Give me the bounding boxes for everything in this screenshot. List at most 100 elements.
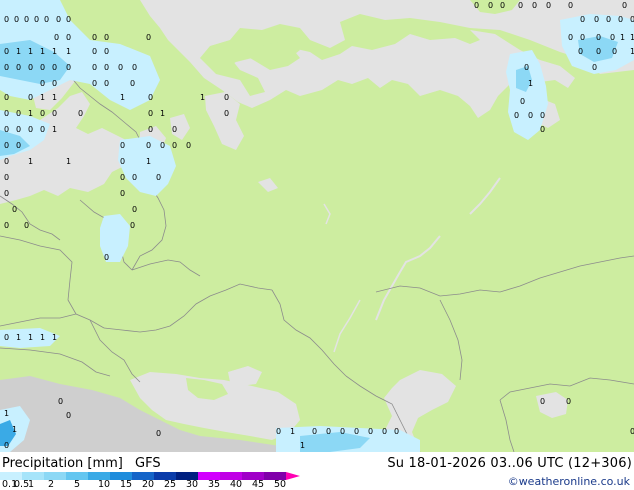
precip-value-label: 0 xyxy=(156,429,161,438)
precip-value-label: 0 xyxy=(4,221,9,230)
precip-value-label: 0 xyxy=(4,93,9,102)
precip-value-label: 0 xyxy=(28,63,33,72)
precip-value-label: 0 xyxy=(500,1,505,10)
precip-value-label: 0 xyxy=(92,63,97,72)
precip-value-label: 0 xyxy=(148,125,153,134)
precip-value-label: 0 xyxy=(224,109,229,118)
precip-value-label: 1 xyxy=(120,93,125,102)
precip-value-label: 1 xyxy=(4,409,9,418)
precip-value-label: 1 xyxy=(528,79,533,88)
precip-value-label: 0 xyxy=(16,125,21,134)
precip-value-label: 0 xyxy=(104,47,109,56)
precip-value-label: 0 xyxy=(580,33,585,42)
forecast-datetime: Su 18-01-2026 03..06 UTC (12+306) xyxy=(387,456,632,471)
precip-value-label: 1 xyxy=(630,47,634,56)
precip-value-label: 1 xyxy=(52,333,57,342)
precip-value-label: 1 xyxy=(620,33,625,42)
precip-value-label: 1 xyxy=(66,47,71,56)
precip-value-label: 0 xyxy=(14,15,19,24)
precip-value-label: 0 xyxy=(578,47,583,56)
precip-value-label: 0 xyxy=(146,141,151,150)
precip-value-label: 0 xyxy=(132,173,137,182)
legend-label: 40 xyxy=(230,479,243,490)
precip-value-label: 1 xyxy=(290,427,295,436)
legend-label: 20 xyxy=(142,479,155,490)
legend-labels: 0.1 0.5 1 2 5 10 15 20 25 30 35 40 45 50 xyxy=(0,480,330,490)
precip-value-label: 0 xyxy=(630,15,634,24)
precip-value-label: 0 xyxy=(34,15,39,24)
precip-value-label: 0 xyxy=(104,79,109,88)
precip-value-label: 0 xyxy=(172,141,177,150)
precip-value-label: 0 xyxy=(4,15,9,24)
model-label: GFS xyxy=(135,456,161,471)
precip-value-label: 0 xyxy=(52,79,57,88)
precip-value-label: 0 xyxy=(580,15,585,24)
precip-value-label: 0 xyxy=(120,157,125,166)
credit-link[interactable]: ©weatheronline.co.uk xyxy=(508,475,630,488)
precip-value-label: 1 xyxy=(12,425,17,434)
map-title: Precipitation [mm] GFS xyxy=(2,456,161,471)
precip-value-label: 0 xyxy=(78,109,83,118)
precip-value-label: 0 xyxy=(474,1,479,10)
precip-value-label: 0 xyxy=(66,15,71,24)
precip-value-label: 0 xyxy=(4,63,9,72)
precip-value-label: 0 xyxy=(596,33,601,42)
precip-value-label: 0 xyxy=(12,205,17,214)
precip-value-label: 0 xyxy=(326,427,331,436)
precip-value-label: 0 xyxy=(156,173,161,182)
precip-value-label: 0 xyxy=(540,397,545,406)
precip-value-label: 0 xyxy=(520,97,525,106)
precip-value-label: 0 xyxy=(4,189,9,198)
legend-label: 15 xyxy=(120,479,133,490)
legend-swatch xyxy=(286,472,300,480)
precip-value-label: 1 xyxy=(40,93,45,102)
precip-value-label: 1 xyxy=(160,109,165,118)
precip-value-label: 1 xyxy=(66,157,71,166)
precip-value-label: 0 xyxy=(546,1,551,10)
precip-value-label: 0 xyxy=(612,47,617,56)
legend-label: 35 xyxy=(208,479,221,490)
precip-value-label: 0 xyxy=(4,333,9,342)
precip-value-label: 0 xyxy=(58,397,63,406)
precip-value-label: 1 xyxy=(16,47,21,56)
map-canvas: 0 0 0 0 0 0 00 0 0 0 0 0 00 0 0 0 000 0 0 0 0 0 0 0 0 1 110 1 1 1 1 1 0 0… xyxy=(0,0,634,452)
precip-value-label: 1 xyxy=(28,47,33,56)
legend-label: 2 xyxy=(48,479,55,490)
precip-value-label: 0 xyxy=(40,109,45,118)
precip-value-label: 0 xyxy=(104,63,109,72)
precip-value-label: 0 xyxy=(54,33,59,42)
precip-value-label: 0 xyxy=(28,93,33,102)
precip-value-label: 0 xyxy=(622,1,627,10)
precip-value-label: 1 xyxy=(28,333,33,342)
precip-value-label: 0 xyxy=(104,33,109,42)
precip-value-label: 0 xyxy=(120,173,125,182)
precip-value-label: 1 xyxy=(52,125,57,134)
precip-value-label: 0 xyxy=(4,109,9,118)
precip-value-label: 0 xyxy=(148,109,153,118)
precip-value-label: 0 xyxy=(104,253,109,262)
legend-label: 30 xyxy=(186,479,199,490)
precip-value-label: 0 xyxy=(16,109,21,118)
precip-value-label: 0 xyxy=(92,79,97,88)
precip-value-label: 1 xyxy=(200,93,205,102)
precip-value-label: 1 xyxy=(40,333,45,342)
precip-value-label: 0 xyxy=(24,221,29,230)
precip-value-label: 0 xyxy=(92,47,97,56)
product-label: Precipitation [mm] xyxy=(2,456,123,471)
precip-value-label: 0 xyxy=(568,33,573,42)
precip-value-label: 1 xyxy=(28,157,33,166)
precip-value-label: 0 xyxy=(312,427,317,436)
precip-value-label: 0 xyxy=(130,221,135,230)
precip-value-label: 0 xyxy=(514,111,519,120)
precip-value-label: 0 xyxy=(592,63,597,72)
precip-value-label: 0 xyxy=(66,411,71,420)
precip-value-label: 0 xyxy=(92,33,97,42)
precip-value-label: 0 xyxy=(56,15,61,24)
precip-value-label: 0 xyxy=(524,63,529,72)
precip-value-label: 1 xyxy=(28,109,33,118)
precip-value-label: 0 xyxy=(606,15,611,24)
legend-label: 0.5 xyxy=(14,479,30,490)
legend-label: 50 xyxy=(274,479,287,490)
precip-value-label: 0 xyxy=(596,47,601,56)
precip-value-label: 0 xyxy=(52,63,57,72)
